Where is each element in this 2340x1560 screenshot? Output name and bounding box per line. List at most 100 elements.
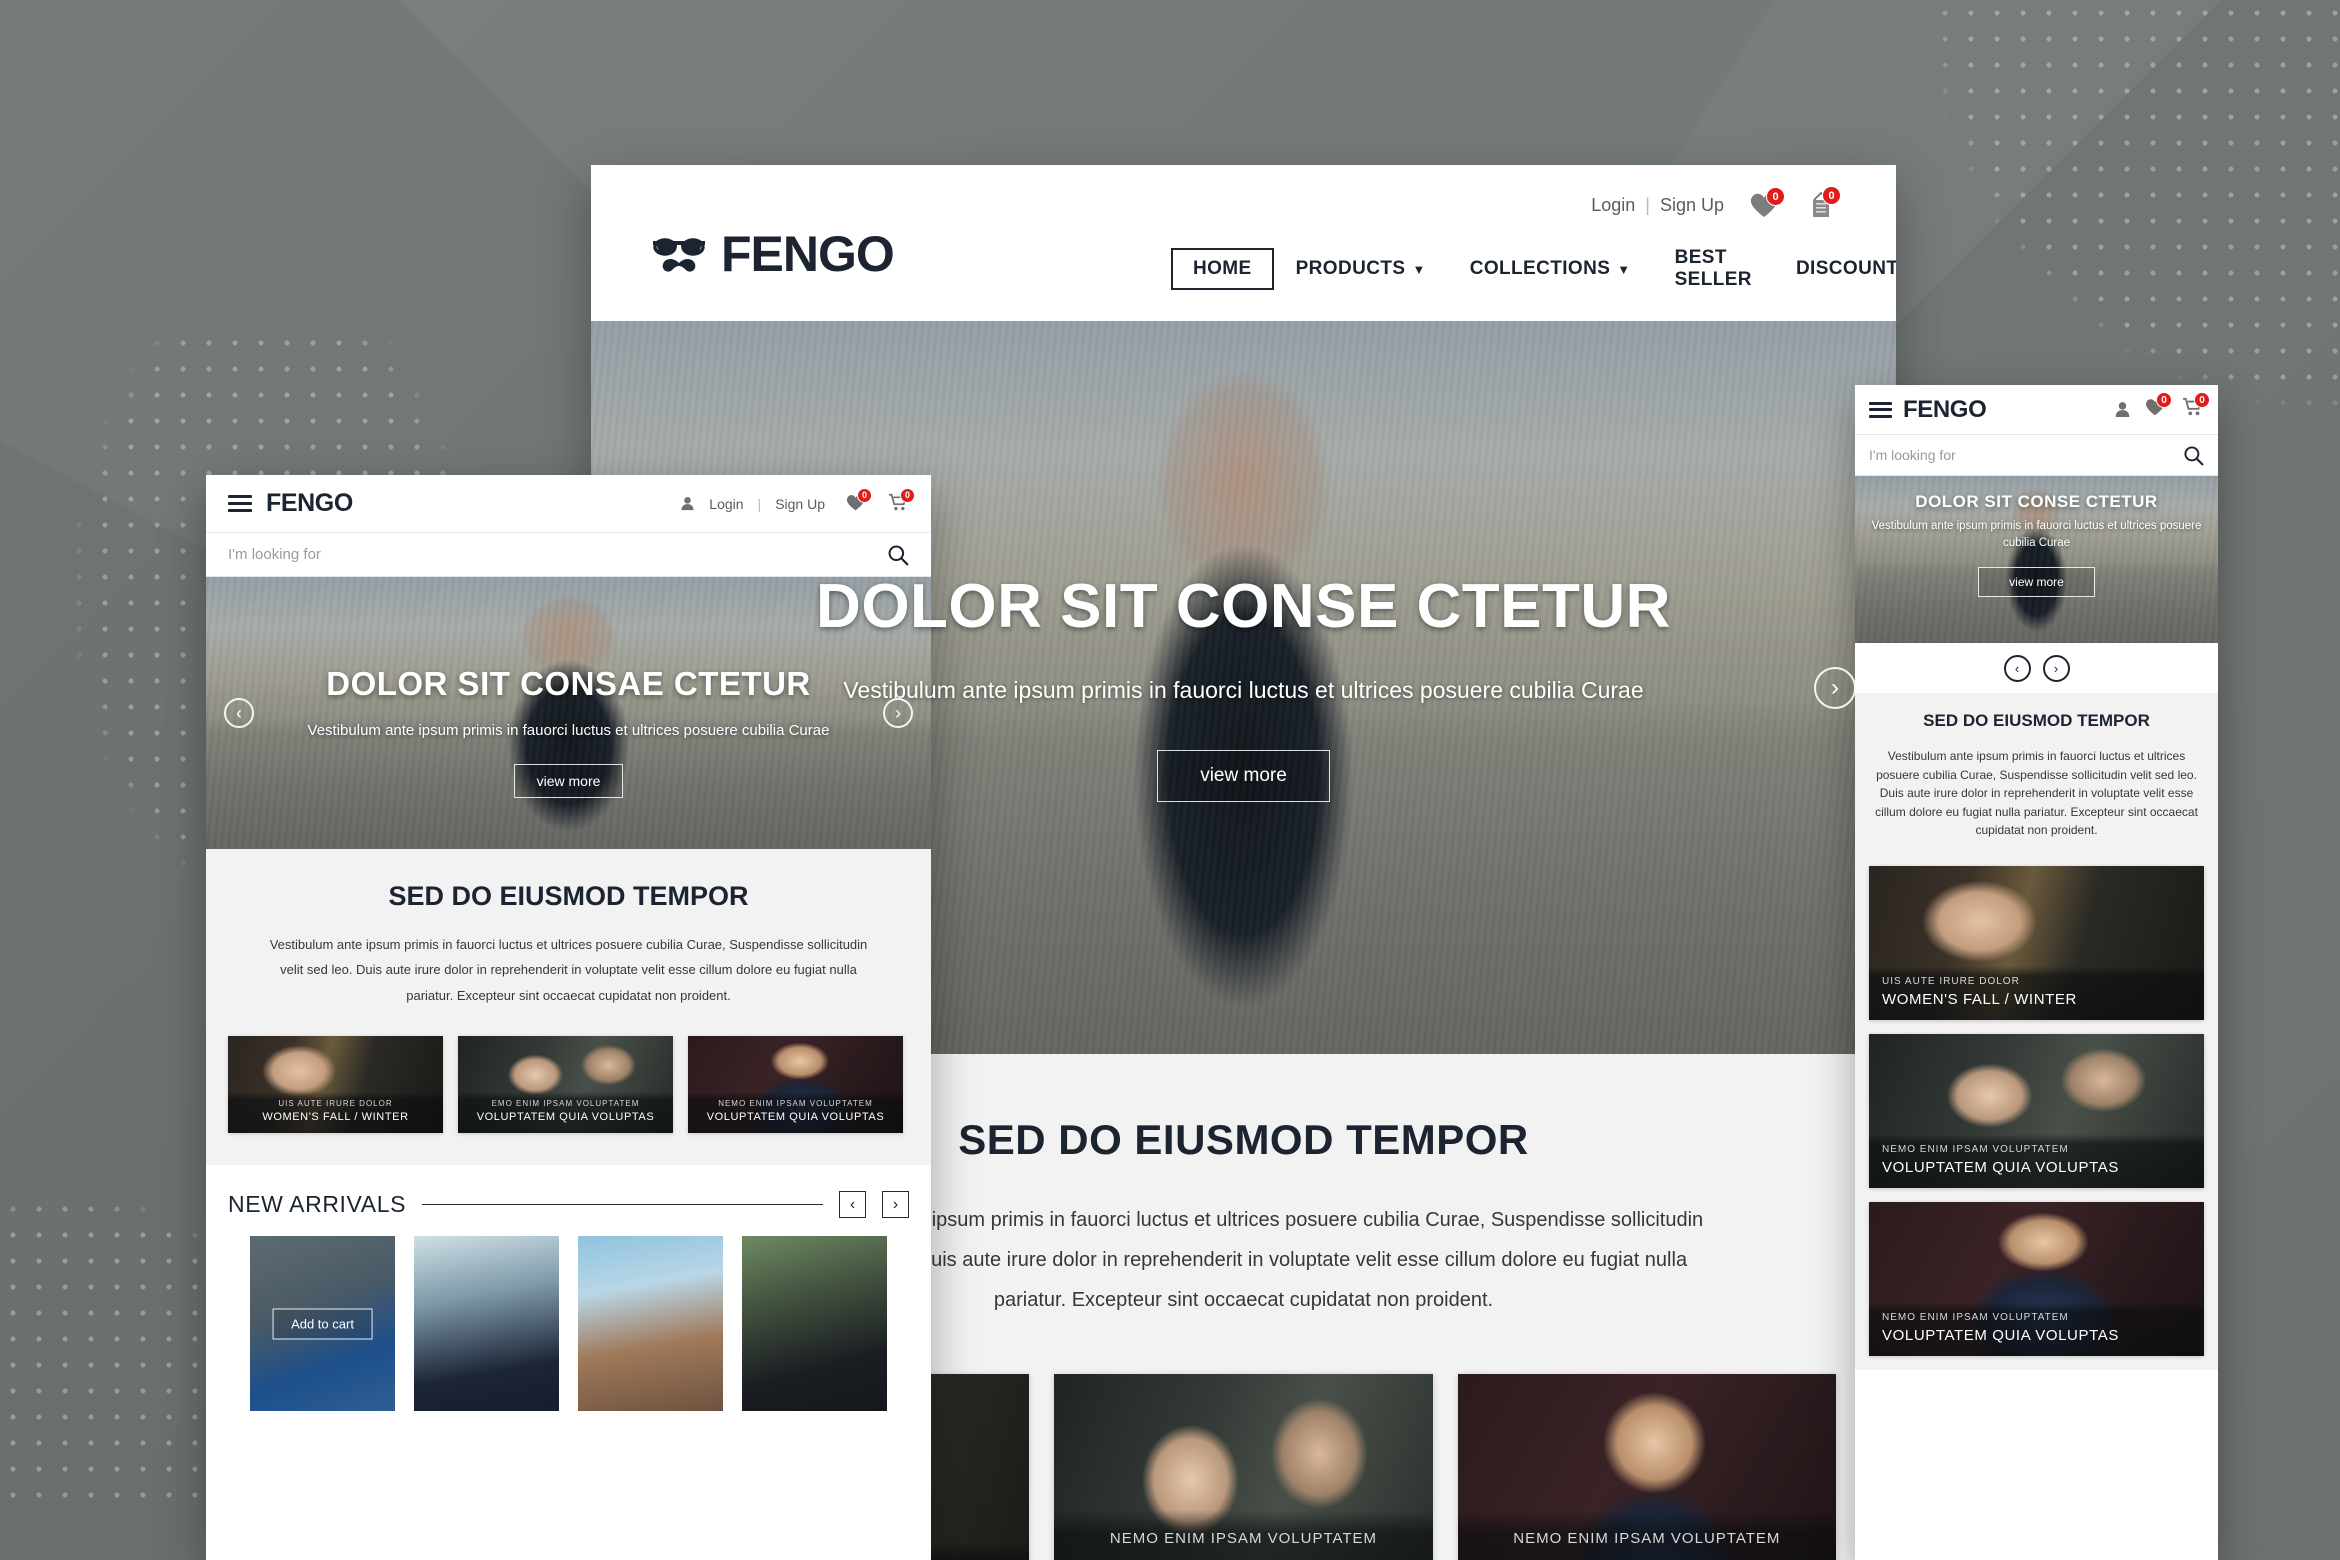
nav-label: DISCOUNT (1795, 258, 1896, 279)
product-thumbnail[interactable] (414, 1236, 559, 1412)
nav-label: PRODUCTS (1295, 258, 1406, 279)
card-title: VOLUPTATEM QUIA VOLUPTAS (1882, 1326, 2119, 1344)
nav-item-best-seller[interactable]: BEST SELLER (1653, 237, 1774, 301)
tablet-hero-content: DOLOR SIT CONSAE CTETUR Vestibulum ante … (206, 577, 931, 798)
card-caption: EMO ENIM IPSAM VOLUPTATEM VOLUPTATEM QUI… (458, 1092, 673, 1134)
new-arrivals-thumbnails: Add to cart (228, 1218, 909, 1412)
section-title: SED DO EIUSMOD TEMPOR (388, 881, 749, 911)
hero-next-arrow-button[interactable]: › (1814, 666, 1856, 709)
wishlist-button[interactable]: 0 (2144, 392, 2172, 422)
card-caption: NEMO ENIM IPSAM VOLUPTATEM VOLUPTATEM QU… (1457, 1510, 1836, 1560)
hero-next-arrow-button[interactable]: › (883, 698, 913, 728)
category-card[interactable]: NEMO ENIM IPSAM VOLUPTATEM VOLUPTATEM QU… (1457, 1374, 1836, 1560)
nav-item-products[interactable]: PRODUCTS ▼ (1274, 248, 1448, 290)
cart-badge: 0 (1822, 186, 1841, 205)
logo-text: FENGO (1903, 395, 1987, 423)
mobile-hero-content: DOLOR SIT CONSE CTETUR Vestibulum ante i… (1855, 476, 2218, 597)
mobile-search-bar[interactable]: I'm looking for (1855, 435, 2218, 476)
desktop-header: Login | Sign Up 0 0 FENGO HOME PRODUCTS … (591, 165, 1896, 321)
logo-text: FENGO (266, 489, 353, 517)
cart-badge: 0 (2194, 392, 2210, 408)
nav-item-collections[interactable]: COLLECTIONS ▼ (1448, 248, 1653, 290)
product-thumbnail[interactable] (578, 1236, 723, 1412)
category-card[interactable]: EMO ENIM IPSAM VOLUPTATEM VOLUPTATEM QUI… (458, 1036, 673, 1134)
dot-pattern-top-right (1880, 0, 2340, 430)
hero-title: DOLOR SIT CONSE CTETUR (1915, 492, 2158, 511)
search-input[interactable]: I'm looking for (228, 546, 321, 563)
arrivals-prev-button[interactable]: ‹ (839, 1191, 866, 1219)
add-to-cart-button[interactable]: Add to cart (272, 1308, 373, 1340)
user-icon[interactable] (2114, 401, 2131, 418)
hero-prev-arrow-button[interactable]: ‹ (2003, 654, 2031, 682)
mobile-actions: 0 0 (2114, 392, 2210, 422)
utility-separator: | (1645, 194, 1650, 215)
card-eyebrow: NEMO ENIM IPSAM VOLUPTATEM (1882, 1143, 2069, 1155)
login-link[interactable]: Login (1591, 195, 1635, 216)
signup-link[interactable]: Sign Up (1660, 195, 1724, 216)
new-arrivals-header: NEW ARRIVALS ‹ › (228, 1191, 909, 1219)
card-title: WOMEN'S FALL / WINTER (1882, 990, 2077, 1008)
card-eyebrow: EMO ENIM IPSAM VOLUPTATEM (491, 1099, 640, 1109)
card-title: VOLUPTATEM QUIA VOLUPTAS (1078, 1555, 1408, 1560)
tablet-new-arrivals-section: NEW ARRIVALS ‹ › Add to cart (206, 1165, 931, 1412)
hero-view-more-button[interactable]: view more (513, 764, 624, 798)
section-body: Vestibulum ante ipsum primis in fauorci … (1875, 749, 2198, 838)
tablet-hero-banner: DOLOR SIT CONSAE CTETUR Vestibulum ante … (206, 577, 931, 849)
card-title: VOLUPTATEM QUIA VOLUPTAS (1882, 1158, 2119, 1176)
glasses-mustache-icon (653, 238, 705, 272)
cart-button[interactable]: 0 (2182, 392, 2210, 422)
card-eyebrow: UIS AUTE IRURE DOLOR (278, 1099, 393, 1109)
card-title: VOLUPTATEM QUIA VOLUPTAS (706, 1111, 885, 1124)
wishlist-badge: 0 (1766, 187, 1785, 206)
tablet-intro-section: SED DO EIUSMOD TEMPOR Vestibulum ante ip… (206, 849, 931, 1166)
card-eyebrow: NEMO ENIM IPSAM VOLUPTATEM (1513, 1530, 1781, 1547)
desktop-main-nav: HOME PRODUCTS ▼ COLLECTIONS ▼ BEST SELLE… (1171, 237, 1896, 301)
section-body: Vestibulum ante ipsum primis in fauorci … (269, 937, 868, 1003)
nav-label: HOME (1193, 258, 1252, 279)
search-icon[interactable] (2183, 445, 2204, 466)
card-title: WOMEN'S FALL / WINTER (262, 1111, 409, 1124)
card-caption: NEMO ENIM IPSAM VOLUPTATEM VOLUPTATEM QU… (1869, 1301, 2204, 1356)
hero-subtitle: Vestibulum ante ipsum primis in fauorci … (1871, 520, 2202, 550)
category-card[interactable]: UIS AUTE IRURE DOLOR WOMEN'S FALL / WINT… (1869, 865, 2204, 1020)
nav-item-home[interactable]: HOME (1171, 248, 1274, 290)
category-card[interactable]: NEMO ENIM IPSAM VOLUPTATEM VOLUPTATEM QU… (1869, 1201, 2204, 1356)
mobile-intro-section: SED DO EIUSMOD TEMPOR Vestibulum ante ip… (1855, 693, 2218, 856)
product-thumbnail[interactable] (742, 1236, 887, 1412)
mobile-hero-banner: DOLOR SIT CONSE CTETUR Vestibulum ante i… (1855, 476, 2218, 643)
cart-button[interactable]: 0 (1806, 186, 1841, 220)
mobile-topbar: FENGO 0 0 (1855, 385, 2218, 435)
category-card[interactable]: NEMO ENIM IPSAM VOLUPTATEM VOLUPTATEM QU… (1054, 1374, 1433, 1560)
card-eyebrow: UIS AUTE IRURE DOLOR (1882, 975, 2020, 987)
nav-item-discount[interactable]: DISCOUNT (1774, 248, 1896, 290)
tablet-mockup: FENGO Login | Sign Up 0 0 I'm looking fo… (206, 475, 931, 1560)
hero-prev-arrow-button[interactable]: ‹ (224, 698, 254, 728)
desktop-logo[interactable]: FENGO (651, 225, 895, 283)
hero-next-arrow-button[interactable]: › (2042, 654, 2070, 682)
arrivals-next-button[interactable]: › (882, 1191, 909, 1219)
category-card[interactable]: NEMO ENIM IPSAM VOLUPTATEM VOLUPTATEM QU… (1869, 1033, 2204, 1188)
product-thumbnail[interactable]: Add to cart (250, 1236, 395, 1412)
category-card[interactable]: UIS AUTE IRURE DOLOR WOMEN'S FALL / WINT… (228, 1036, 443, 1134)
card-title: VOLUPTATEM QUIA VOLUPTAS (1482, 1555, 1812, 1560)
card-caption: UIS AUTE IRURE DOLOR WOMEN'S FALL / WINT… (1869, 965, 2204, 1020)
wishlist-button[interactable]: 0 (1748, 187, 1785, 219)
card-eyebrow: NEMO ENIM IPSAM VOLUPTATEM (1109, 1530, 1378, 1547)
hero-title: DOLOR SIT CONSAE CTETUR (326, 665, 811, 702)
hero-view-more-button[interactable]: view more (1978, 566, 2095, 597)
hero-view-more-button[interactable]: view more (1157, 750, 1330, 803)
mobile-carousel-nav: ‹ › (1855, 643, 2218, 693)
divider (422, 1204, 823, 1206)
hamburger-menu-icon[interactable] (228, 495, 252, 512)
new-arrivals-title: NEW ARRIVALS (228, 1191, 407, 1218)
card-eyebrow: NEMO ENIM IPSAM VOLUPTATEM (718, 1099, 873, 1109)
category-card[interactable]: NEMO ENIM IPSAM VOLUPTATEM VOLUPTATEM QU… (688, 1036, 903, 1134)
nav-label: BEST SELLER (1674, 247, 1752, 290)
card-title: VOLUPTATEM QUIA VOLUPTAS (476, 1111, 655, 1124)
wishlist-badge: 0 (2156, 392, 2172, 408)
tablet-brand[interactable]: FENGO (228, 489, 353, 518)
card-caption: NEMO ENIM IPSAM VOLUPTATEM VOLUPTATEM QU… (1054, 1510, 1433, 1560)
chevron-down-icon: ▼ (1617, 261, 1631, 277)
nav-label: COLLECTIONS (1469, 258, 1611, 279)
card-caption: NEMO ENIM IPSAM VOLUPTATEM VOLUPTATEM QU… (1869, 1133, 2204, 1188)
